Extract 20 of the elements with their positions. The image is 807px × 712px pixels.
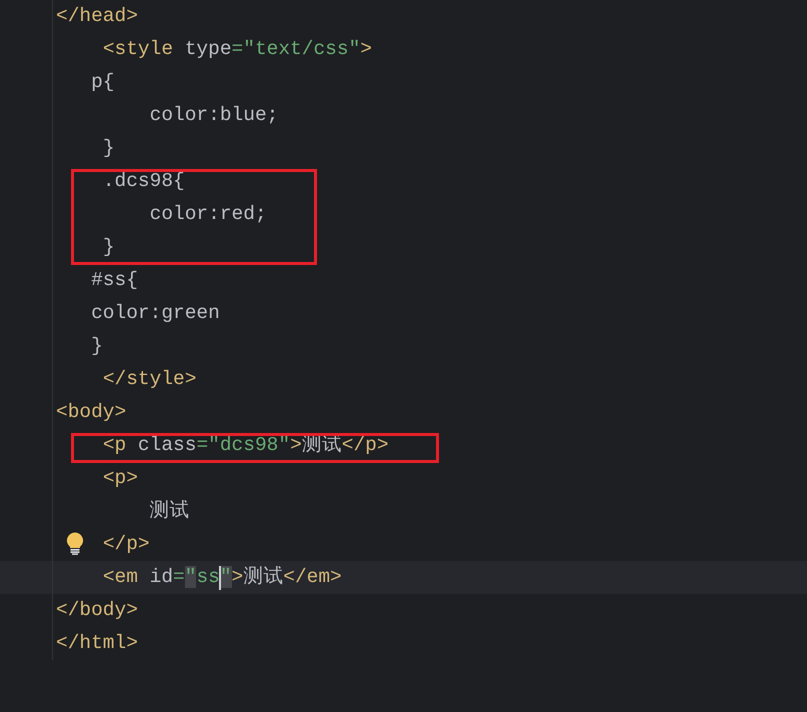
code-line: }: [102, 136, 115, 161]
code-line: .dcs98{: [102, 169, 185, 194]
code-line: }: [102, 235, 115, 260]
code-line: </p>: [102, 532, 150, 557]
code-line: <style type="text/css">: [102, 37, 372, 62]
code-line: <body>: [56, 400, 126, 425]
code-line: </html>: [56, 631, 138, 656]
code-line: p{: [91, 70, 115, 95]
code-line: color:green: [91, 301, 220, 326]
code-line: <p>: [102, 466, 138, 491]
code-line: 测试: [150, 499, 190, 524]
code-line: </style>: [102, 367, 196, 392]
code-line: color:red;: [150, 202, 267, 227]
code-line: </head>: [56, 4, 138, 29]
code-line: #ss{: [91, 268, 138, 293]
code-line: <em id="ss">测试</em>: [102, 565, 342, 590]
code-line: color:blue;: [150, 103, 278, 128]
code-line: </body>: [56, 598, 138, 623]
code-line: }: [91, 334, 103, 359]
lightbulb-icon[interactable]: [66, 532, 84, 555]
